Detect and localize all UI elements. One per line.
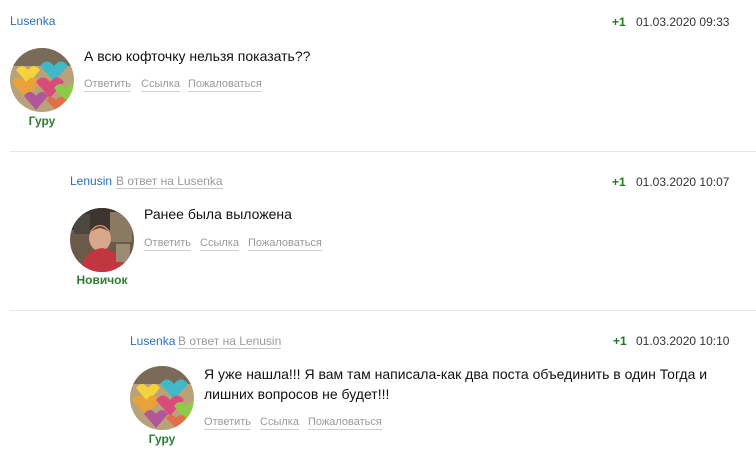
comment: Lenusin В ответ на Lusenka +1 01.03.2020… — [10, 160, 756, 310]
comment-date: 01.03.2020 10:07 — [636, 175, 730, 189]
divider — [10, 151, 756, 152]
link-button[interactable]: Ссылка — [200, 237, 239, 251]
reply-to-link[interactable]: В ответ на Lusenka — [116, 175, 223, 189]
rating-badge[interactable]: +1 — [612, 175, 626, 189]
comment: Lusenka +1 01.03.2020 09:33 Гуру А всю к… — [0, 0, 756, 152]
reply-button[interactable]: Ответить — [144, 237, 192, 251]
comment-date: 01.03.2020 09:33 — [636, 15, 730, 29]
avatar[interactable] — [70, 208, 134, 272]
comment-text-line: лишних вопросов не будет!!! — [204, 386, 390, 402]
user-rank: Гуру — [28, 114, 56, 128]
knitted-hearts-avatar-icon — [10, 48, 74, 112]
reply-button[interactable]: Ответить — [84, 78, 132, 92]
rating-badge[interactable]: +1 — [613, 334, 627, 348]
report-button[interactable]: Пожаловаться — [308, 416, 382, 430]
report-button[interactable]: Пожаловаться — [248, 237, 322, 251]
reply-button[interactable]: Ответить — [204, 416, 252, 430]
link-button[interactable]: Ссылка — [141, 78, 180, 92]
link-button[interactable]: Ссылка — [260, 416, 299, 430]
rating-badge[interactable]: +1 — [612, 15, 626, 29]
comment-author-link[interactable]: Lenusin — [70, 174, 112, 188]
user-rank: Гуру — [148, 432, 176, 446]
report-button[interactable]: Пожаловаться — [188, 78, 262, 92]
comment-author-link[interactable]: Lusenka — [130, 334, 175, 348]
comment: Lusenka В ответ на Lenusin +1 01.03.2020… — [10, 320, 756, 459]
knitted-hearts-avatar-icon — [130, 366, 194, 430]
divider — [10, 310, 756, 311]
person-photo-avatar-icon — [70, 208, 134, 272]
comment-author-link[interactable]: Lusenka — [10, 14, 55, 28]
comment-text-line: Я уже нашла!!! Я вам там написала-как дв… — [204, 366, 708, 382]
avatar[interactable] — [10, 48, 74, 112]
comment-text: А всю кофточку нельзя показать?? — [84, 48, 311, 64]
user-rank: Новичок — [76, 273, 128, 287]
reply-to-link[interactable]: В ответ на Lenusin — [178, 335, 282, 349]
comment-date: 01.03.2020 10:10 — [636, 334, 730, 348]
comment-text: Ранее была выложена — [144, 206, 292, 222]
avatar[interactable] — [130, 366, 194, 430]
